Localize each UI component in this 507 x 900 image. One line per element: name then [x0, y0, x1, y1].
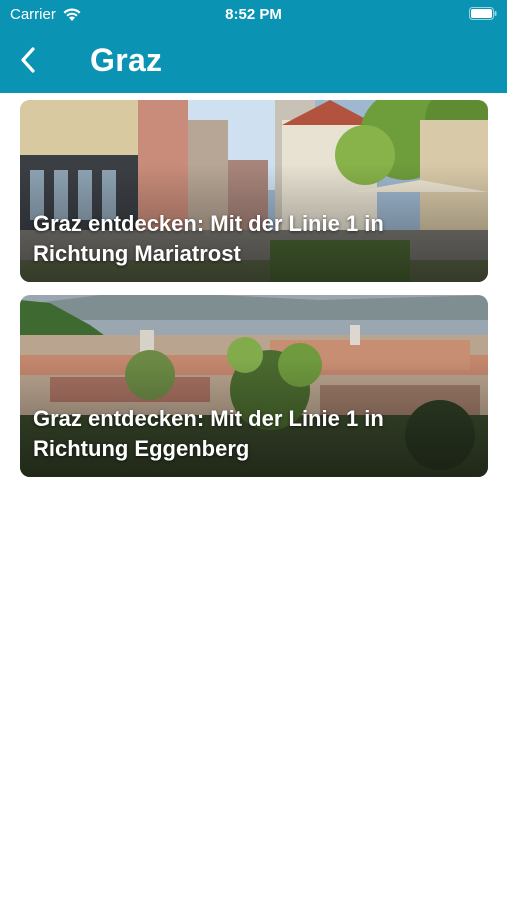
navigation-bar: Graz: [0, 38, 507, 86]
back-button[interactable]: [12, 44, 44, 76]
chevron-left-icon: [21, 47, 35, 73]
page-title: Graz: [90, 42, 163, 78]
tour-list: Graz entdecken: Mit der Linie 1 in Richt…: [20, 100, 488, 490]
battery-icon: [469, 7, 497, 20]
tour-card-mariatrost[interactable]: Graz entdecken: Mit der Linie 1 in Richt…: [20, 100, 488, 282]
status-bar: Carrier 8:52 PM: [0, 0, 507, 28]
tour-card-title: Graz entdecken: Mit der Linie 1 in Richt…: [33, 211, 384, 266]
tour-card-eggenberg[interactable]: Graz entdecken: Mit der Linie 1 in Richt…: [20, 295, 488, 477]
tour-card-title: Graz entdecken: Mit der Linie 1 in Richt…: [33, 406, 384, 461]
clock: 8:52 PM: [225, 6, 282, 23]
app-header: Carrier 8:52 PM Graz: [0, 0, 507, 93]
